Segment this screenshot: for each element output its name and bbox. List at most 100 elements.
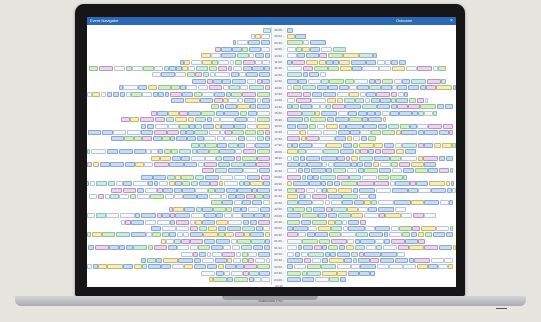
event-block[interactable] (119, 245, 125, 251)
event-block[interactable] (227, 168, 243, 174)
event-block[interactable] (142, 91, 153, 97)
event-block[interactable] (190, 155, 205, 161)
event-block[interactable] (311, 219, 327, 225)
event-block[interactable] (216, 136, 224, 142)
event-block[interactable] (184, 162, 198, 168)
event-block[interactable] (326, 98, 336, 104)
event-block[interactable] (326, 59, 333, 65)
event-block[interactable] (394, 200, 411, 206)
event-block[interactable] (301, 174, 307, 180)
event-block[interactable] (339, 59, 351, 65)
event-block[interactable] (225, 130, 232, 136)
event-block[interactable] (248, 258, 255, 264)
event-block[interactable] (206, 264, 218, 270)
event-block[interactable] (211, 200, 222, 206)
event-block[interactable] (407, 85, 420, 91)
event-block[interactable] (255, 226, 263, 232)
event-block[interactable] (401, 130, 418, 136)
event-block[interactable] (287, 85, 293, 91)
event-block[interactable] (212, 117, 220, 123)
event-block[interactable] (383, 232, 389, 238)
event-block[interactable] (170, 213, 175, 219)
event-block[interactable] (368, 232, 384, 238)
event-block[interactable] (243, 168, 259, 174)
event-block[interactable] (234, 232, 244, 238)
event-block[interactable] (153, 181, 159, 187)
event-block[interactable] (287, 27, 293, 33)
event-block[interactable] (408, 187, 418, 193)
event-block[interactable] (112, 91, 120, 97)
event-block[interactable] (424, 232, 433, 238)
event-block[interactable] (249, 219, 258, 225)
event-block[interactable] (261, 98, 271, 104)
event-block[interactable] (287, 258, 304, 264)
event-block[interactable] (259, 270, 271, 276)
event-block[interactable] (254, 213, 264, 219)
event-block[interactable] (256, 91, 271, 97)
event-block[interactable] (193, 251, 199, 257)
event-block[interactable] (319, 136, 335, 142)
event-block[interactable] (389, 264, 403, 270)
event-block[interactable] (251, 238, 265, 244)
event-block[interactable] (223, 213, 232, 219)
event-block[interactable] (261, 34, 271, 40)
event-block[interactable] (367, 136, 377, 142)
event-block[interactable] (426, 85, 436, 91)
event-block[interactable] (377, 123, 388, 129)
event-block[interactable] (121, 117, 130, 123)
event-block[interactable] (410, 78, 427, 84)
event-block[interactable] (183, 194, 197, 200)
event-block[interactable] (404, 149, 417, 155)
event-block[interactable] (231, 245, 241, 251)
event-block[interactable] (179, 130, 186, 136)
event-block[interactable] (264, 66, 271, 72)
event-block[interactable] (184, 206, 196, 212)
event-block[interactable] (123, 264, 134, 270)
event-block[interactable] (235, 117, 247, 123)
event-block[interactable] (238, 142, 246, 148)
event-block[interactable] (335, 136, 347, 142)
event-block[interactable] (152, 136, 162, 142)
event-block[interactable] (417, 155, 423, 161)
event-block[interactable] (228, 98, 238, 104)
event-block[interactable] (313, 174, 320, 180)
event-block[interactable] (364, 200, 371, 206)
event-block[interactable] (360, 136, 368, 142)
event-block[interactable] (211, 53, 221, 59)
event-block[interactable] (213, 98, 223, 104)
event-block[interactable] (111, 136, 124, 142)
event-block[interactable] (308, 72, 320, 78)
event-block[interactable] (410, 232, 418, 238)
event-block[interactable] (313, 66, 328, 72)
event-block[interactable] (171, 98, 184, 104)
event-block[interactable] (287, 91, 303, 97)
event-block[interactable] (452, 85, 456, 91)
event-block[interactable] (374, 142, 384, 148)
event-block[interactable] (194, 130, 209, 136)
event-block[interactable] (391, 59, 399, 65)
event-block[interactable] (101, 130, 113, 136)
event-block[interactable] (264, 232, 271, 238)
event-block[interactable] (306, 136, 319, 142)
event-block[interactable] (257, 155, 271, 161)
event-block[interactable] (337, 130, 350, 136)
event-block[interactable] (146, 149, 151, 155)
event-block[interactable] (332, 46, 347, 52)
event-block[interactable] (244, 162, 256, 168)
event-block[interactable] (123, 181, 133, 187)
event-block[interactable] (146, 232, 152, 238)
event-block[interactable] (169, 66, 176, 72)
event-block[interactable] (173, 187, 182, 193)
event-block[interactable] (417, 123, 428, 129)
event-block[interactable] (342, 194, 359, 200)
event-block[interactable] (264, 53, 271, 59)
event-block[interactable] (298, 142, 312, 148)
event-block[interactable] (235, 149, 243, 155)
event-block[interactable] (91, 232, 102, 238)
event-block[interactable] (417, 130, 424, 136)
event-block[interactable] (122, 187, 137, 193)
event-block[interactable] (436, 85, 453, 91)
event-block[interactable] (312, 142, 326, 148)
event-block[interactable] (326, 142, 343, 148)
event-block[interactable] (106, 91, 113, 97)
